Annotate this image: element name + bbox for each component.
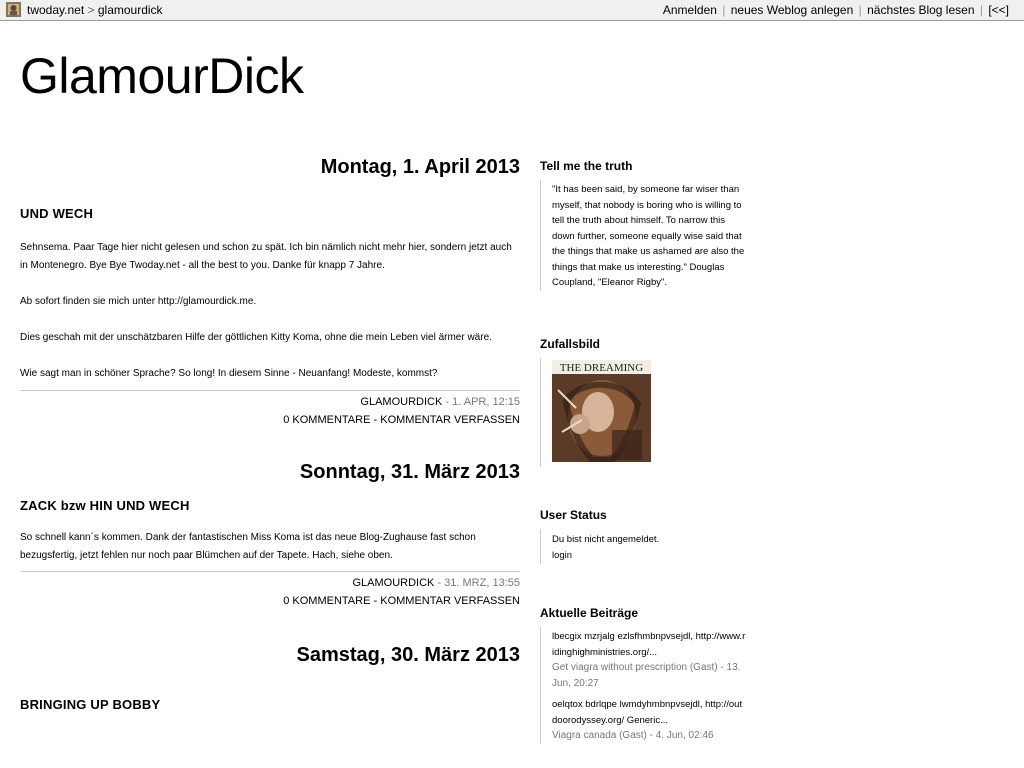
top-menu: Anmelden | neues Weblog anlegen | nächst…: [663, 0, 1009, 20]
day-header: Montag, 1. April 2013: [320, 156, 520, 178]
comments-link[interactable]: 0 Kommentare: [283, 595, 370, 607]
back-link[interactable]: [<<]: [988, 3, 1009, 17]
story: BRINGING UP BOBBY: [20, 696, 520, 714]
story-paragraph: Dies geschah mit der unschätzbaren Hilfe…: [20, 332, 492, 343]
twoday-logo-icon[interactable]: [6, 2, 21, 17]
author-link[interactable]: glamourdick: [360, 396, 442, 408]
menu-divider: |: [858, 3, 862, 17]
user-status-box: Du bist nicht angemeldet. login: [540, 529, 760, 564]
permalink-time[interactable]: 1. Apr, 12:15: [452, 396, 520, 408]
login-status-text: Du bist nicht angemeldet.: [552, 534, 660, 545]
site-title[interactable]: GlamourDick: [20, 46, 304, 106]
story-title[interactable]: ZACK bzw HIN UND WECH: [20, 497, 520, 515]
album-cover-image[interactable]: THE DREAMING: [552, 359, 651, 463]
write-comment-link[interactable]: Kommentar verfassen: [380, 595, 520, 607]
main-column: Montag, 1. April 2013 UND WECH Sehnsema.…: [20, 152, 520, 714]
day-header: Samstag, 30. März 2013: [296, 644, 520, 666]
story: UND WECH Sehnsema. Paar Tage hier nicht …: [20, 205, 520, 429]
story-paragraph: Sehnsema. Paar Tage hier nicht gelesen u…: [20, 242, 512, 271]
menu-divider: |: [979, 3, 983, 17]
recent-post-link[interactable]: lbecgix mzrjalg ezlsfhmbnpvsejdl, http:/…: [552, 631, 745, 658]
next-blog-link[interactable]: nächstes Blog lesen: [867, 3, 974, 17]
story-title[interactable]: UND WECH: [20, 205, 520, 223]
sidebar-heading: Tell me the truth: [540, 159, 633, 173]
permalink-time[interactable]: 31. Mrz, 13:55: [444, 577, 520, 589]
recent-post-meta: Get viagra without prescription (Gast) -…: [552, 662, 741, 689]
story-paragraph: Wie sagt man in schöner Sprache? So long…: [20, 368, 438, 379]
truth-box: "It has been said, by someone far wiser …: [540, 180, 747, 291]
breadcrumb-site-link[interactable]: twoday.net: [27, 3, 84, 17]
story-text: So schnell kann´s kommen. Dank der fanta…: [20, 529, 520, 565]
comments-link[interactable]: 0 Kommentare: [283, 414, 370, 426]
breadcrumb-blog-link[interactable]: glamourdick: [98, 3, 163, 17]
login-link[interactable]: Anmelden: [663, 3, 717, 17]
new-weblog-link[interactable]: neues Weblog anlegen: [731, 3, 854, 17]
day-header: Sonntag, 31. März 2013: [299, 461, 520, 483]
top-bar: twoday.net > glamourdick Anmelden | neue…: [0, 0, 1024, 21]
sidebar-heading: User Status: [540, 508, 607, 522]
recent-post-link[interactable]: oelqtox bdrlqpe lwmdyhmbnpvsejdl, http:/…: [552, 699, 742, 726]
sidebar: Tell me the truth "It has been said, by …: [540, 152, 760, 750]
story-meta: glamourdick - 1. Apr, 12:15 0 Kommentare…: [20, 390, 520, 429]
random-image-box: THE DREAMING: [540, 357, 760, 467]
story: ZACK bzw HIN UND WECH So schnell kann´s …: [20, 497, 520, 610]
truth-quote: "It has been said, by someone far wiser …: [552, 184, 745, 288]
sidebar-heading: Aktuelle Beiträge: [540, 606, 639, 620]
breadcrumb-separator: >: [87, 3, 95, 17]
sidebar-heading: Zufallsbild: [540, 336, 600, 351]
story-meta: glamourdick - 31. Mrz, 13:55 0 Kommentar…: [20, 571, 520, 610]
story-title[interactable]: BRINGING UP BOBBY: [20, 696, 520, 714]
recent-post-entry: oelqtox bdrlqpe lwmdyhmbnpvsejdl, http:/…: [552, 697, 747, 744]
write-comment-link[interactable]: Kommentar verfassen: [380, 414, 520, 426]
menu-divider: |: [722, 3, 726, 17]
recent-post-entry: lbecgix mzrjalg ezlsfhmbnpvsejdl, http:/…: [552, 629, 747, 691]
album-cover-caption: THE DREAMING: [560, 362, 643, 374]
author-link[interactable]: glamourdick: [352, 577, 434, 589]
breadcrumb: twoday.net > glamourdick: [27, 0, 163, 20]
story-text: Sehnsema. Paar Tage hier nicht gelesen u…: [20, 239, 520, 383]
story-paragraph: Ab sofort finden sie mich unter http://g…: [20, 296, 257, 307]
story-paragraph: So schnell kann´s kommen. Dank der fanta…: [20, 532, 476, 561]
recent-posts-box: lbecgix mzrjalg ezlsfhmbnpvsejdl, http:/…: [540, 627, 747, 744]
sidebar-login-link[interactable]: login: [552, 550, 572, 561]
recent-post-meta: Viagra canada (Gast) - 4. Jun, 02:46: [552, 730, 714, 741]
